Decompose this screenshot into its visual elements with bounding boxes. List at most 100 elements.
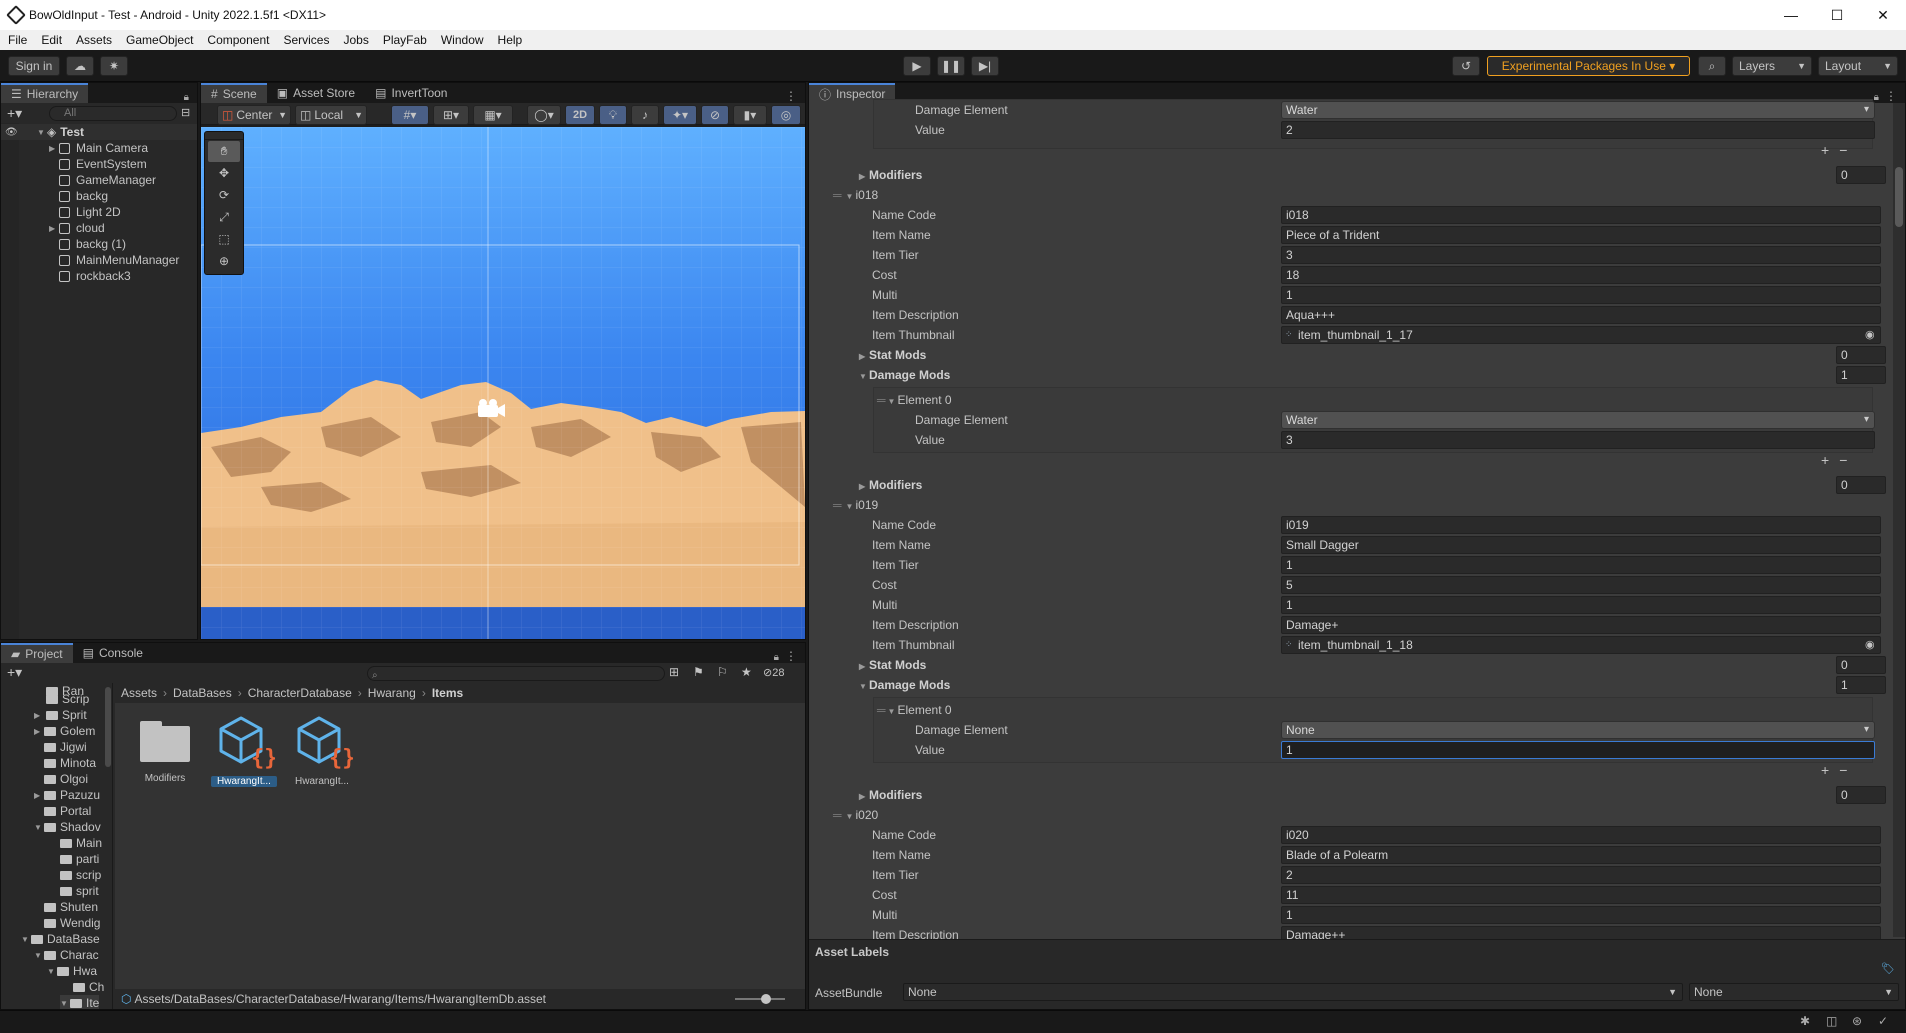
stat-mods-size-input[interactable]: 0 <box>1836 346 1886 364</box>
remove-element-button[interactable]: − <box>1839 762 1847 780</box>
expand-arrow-icon[interactable]: ▶ <box>859 352 869 361</box>
item-thumbnail-object-field[interactable]: item_thumbnail_1_17 <box>1281 326 1881 344</box>
value-input[interactable]: 2 <box>1281 121 1875 139</box>
menu-help[interactable]: Help <box>498 33 523 47</box>
list-item[interactable]: ▼ Ite <box>60 995 100 1009</box>
label-tag-icon[interactable]: 🏷︎ <box>1881 962 1895 975</box>
collab-icon[interactable]: ✷ <box>100 56 128 76</box>
item-description-input[interactable]: Aqua+++ <box>1281 306 1881 324</box>
damage-element-dropdown[interactable]: None <box>1281 721 1875 739</box>
maximize-button[interactable]: ☐ <box>1814 0 1860 30</box>
list-item[interactable]: ▼ Charac <box>34 947 99 963</box>
history-icon[interactable]: ↺ <box>1452 56 1480 76</box>
expand-arrow-icon[interactable]: ▼ <box>34 951 44 960</box>
name-code-input[interactable]: i019 <box>1281 516 1881 534</box>
expand-arrow-icon[interactable]: ▼ <box>888 707 898 716</box>
item-thumbnail-object-field[interactable]: item_thumbnail_1_18 <box>1281 636 1881 654</box>
cache-server-icon[interactable]: ⊛ <box>1852 1014 1862 1028</box>
inspector-scrollbar-thumb[interactable] <box>1895 167 1903 227</box>
add-element-button[interactable]: + <box>1821 142 1829 160</box>
item-header-i019[interactable]: ═ ▼ i019 <box>1 495 1906 515</box>
debug-icon[interactable]: ✱ <box>1800 1014 1810 1028</box>
modifiers-size-input[interactable]: 0 <box>1836 476 1886 494</box>
expand-arrow-icon[interactable]: ▶ <box>859 482 869 491</box>
object-picker-icon[interactable]: ◉ <box>1865 638 1875 651</box>
cost-input[interactable]: 11 <box>1281 886 1881 904</box>
item-header-i020[interactable]: ═ ▼ i020 <box>1 805 1906 825</box>
stat-mods-size-input[interactable]: 0 <box>1836 656 1886 674</box>
item-name-input[interactable]: Small Dagger <box>1281 536 1881 554</box>
item-tier-input[interactable]: 3 <box>1281 246 1881 264</box>
modifiers-size-input[interactable]: 0 <box>1836 166 1886 184</box>
menu-jobs[interactable]: Jobs <box>343 33 368 47</box>
item-name-input[interactable]: Piece of a Trident <box>1281 226 1881 244</box>
object-picker-icon[interactable]: ◉ <box>1865 328 1875 341</box>
list-item[interactable]: Ch <box>73 979 104 995</box>
menu-assets[interactable]: Assets <box>76 33 112 47</box>
item-description-input[interactable]: Damage+ <box>1281 616 1881 634</box>
drag-handle-icon[interactable]: ═ <box>833 188 842 202</box>
add-element-button[interactable]: + <box>1821 762 1829 780</box>
menu-window[interactable]: Window <box>441 33 484 47</box>
menu-component[interactable]: Component <box>207 33 269 47</box>
experimental-packages-badge[interactable]: Experimental Packages In Use ▾ <box>1487 56 1690 76</box>
layout-dropdown[interactable]: Layout ▼ <box>1818 56 1898 76</box>
add-element-button[interactable]: + <box>1821 452 1829 470</box>
list-item[interactable]: ▼ Hwa <box>47 963 97 979</box>
menu-gameobject[interactable]: GameObject <box>126 33 193 47</box>
value-input[interactable]: 3 <box>1281 431 1875 449</box>
cost-input[interactable]: 5 <box>1281 576 1881 594</box>
assetbundle-variant-dropdown[interactable]: None ▼ <box>1689 983 1899 1001</box>
item-header-i018[interactable]: ═ ▼ i018 <box>1 185 1906 205</box>
layers-dropdown[interactable]: Layers ▼ <box>1732 56 1812 76</box>
damage-mods-size-input[interactable]: 1 <box>1836 366 1886 384</box>
icon-size-slider-thumb[interactable] <box>761 994 771 1004</box>
item-tier-input[interactable]: 1 <box>1281 556 1881 574</box>
cost-input[interactable]: 18 <box>1281 266 1881 284</box>
drag-handle-icon[interactable]: ═ <box>833 498 842 512</box>
expand-arrow-icon[interactable]: ▶ <box>49 144 59 153</box>
name-code-input[interactable]: i018 <box>1281 206 1881 224</box>
name-code-input[interactable]: i020 <box>1281 826 1881 844</box>
menu-playfab[interactable]: PlayFab <box>383 33 427 47</box>
step-button[interactable]: ▶| <box>971 56 999 76</box>
menu-file[interactable]: File <box>8 33 27 47</box>
progress-icon[interactable]: ◫ <box>1826 1014 1837 1028</box>
sign-in-button[interactable]: Sign in <box>8 56 60 76</box>
search-icon[interactable]: ⌕ <box>1698 56 1726 76</box>
cloud-icon[interactable]: ☁ <box>66 56 94 76</box>
expand-arrow-icon[interactable]: ▼ <box>888 397 898 406</box>
assetbundle-dropdown[interactable]: None ▼ <box>903 983 1683 1001</box>
list-item[interactable]: ▶ Main Camera <box>49 140 148 156</box>
value-input[interactable]: 1 <box>1281 741 1875 759</box>
damage-element-dropdown[interactable]: Water <box>1281 411 1875 429</box>
close-button[interactable]: ✕ <box>1860 0 1906 30</box>
check-icon[interactable]: ✓ <box>1878 1014 1888 1028</box>
expand-arrow-icon[interactable]: ▶ <box>859 172 869 181</box>
remove-element-button[interactable]: − <box>1839 142 1847 160</box>
item-name-input[interactable]: Blade of a Polearm <box>1281 846 1881 864</box>
menu-services[interactable]: Services <box>283 33 329 47</box>
expand-arrow-icon[interactable]: ▼ <box>859 372 869 381</box>
damage-element-dropdown[interactable]: Water <box>1281 101 1875 119</box>
remove-element-button[interactable]: − <box>1839 452 1847 470</box>
multi-input[interactable]: 1 <box>1281 596 1881 614</box>
drag-handle-icon[interactable]: ═ <box>833 808 842 822</box>
menu-edit[interactable]: Edit <box>41 33 62 47</box>
element-0-header[interactable]: ═ ▼ Element 0 <box>1 390 1906 410</box>
damage-mods-size-input[interactable]: 1 <box>1836 676 1886 694</box>
item-description-input[interactable]: Damage++ <box>1281 926 1881 939</box>
element-0-header[interactable]: ═ ▼ Element 0 <box>1 700 1906 720</box>
expand-arrow-icon[interactable]: ▼ <box>846 192 856 201</box>
expand-arrow-icon[interactable]: ▶ <box>859 792 869 801</box>
inspector-scrollbar[interactable] <box>1893 103 1905 937</box>
hand-tool-icon[interactable]: ✋︎ <box>208 141 240 162</box>
drag-handle-icon[interactable]: ═ <box>877 393 886 407</box>
modifiers-size-input[interactable]: 0 <box>1836 786 1886 804</box>
multi-input[interactable]: 1 <box>1281 286 1881 304</box>
play-button[interactable]: ▶ <box>903 56 931 76</box>
minimize-button[interactable]: — <box>1768 0 1814 30</box>
expand-arrow-icon[interactable]: ▶ <box>859 662 869 671</box>
item-tier-input[interactable]: 2 <box>1281 866 1881 884</box>
expand-arrow-icon[interactable]: ▼ <box>846 502 856 511</box>
